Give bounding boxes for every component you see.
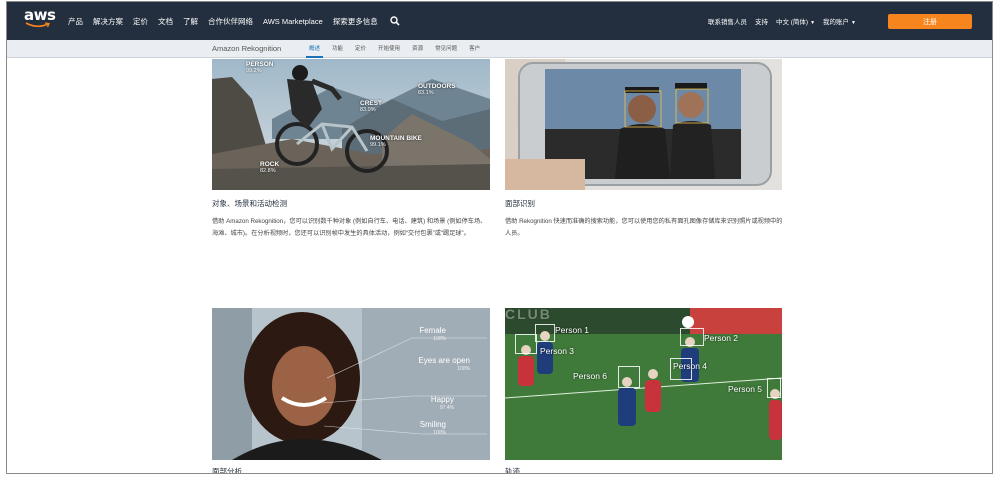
tab-pricing[interactable]: 定价 [355, 40, 366, 58]
analysis-label-eyes-open: Eyes are open 100% [418, 356, 470, 372]
signup-button[interactable]: 注册 [888, 14, 972, 29]
detection-label-person: PERSON 99.2% [246, 61, 274, 74]
tracking-box [767, 378, 781, 398]
detection-label-outdoors: OUTDOORS 83.1% [418, 83, 456, 96]
card-title-facial-analysis: 面部分析 [212, 467, 242, 474]
tracking-box [515, 334, 537, 354]
card-desc-object-detection: 借助 Amazon Rekognition，您可以识别数千种对象 (例如自行车、… [212, 218, 487, 237]
detection-label-crest: CREST 83.0% [360, 100, 383, 113]
tab-overview[interactable]: 概述 [305, 40, 324, 58]
analysis-label-happy: Happy 97.4% [430, 395, 454, 411]
tab-faq[interactable]: 常见问题 [435, 40, 457, 58]
product-subnav: Amazon Rekognition 概述 功能 定价 开始使用 资源 常见问题… [7, 40, 992, 58]
tab-resources[interactable]: 资源 [412, 40, 423, 58]
subnav-tabs: 概述 功能 定价 开始使用 资源 常见问题 客户 [305, 40, 492, 58]
my-account-menu[interactable]: 我的账户 ▼ [823, 16, 856, 26]
soccer-tracking-image: CLUB Person 1 Person 2 Person 3 Person 4… [505, 308, 782, 460]
tracking-label-person-2: Person 2 [704, 333, 739, 343]
facial-recognition-image [505, 59, 782, 190]
tracking-label-person-6: Person 6 [573, 371, 608, 381]
top-navigation: aws 产品 解决方案 定价 文档 了解 合作伙伴网络 AWS Marketpl… [7, 2, 992, 40]
smile-arrow-icon [25, 22, 50, 28]
detection-label-rock: ROCK 82.8% [260, 161, 280, 174]
tab-features[interactable]: 功能 [332, 40, 343, 58]
language-selector[interactable]: 中文 (简体) ▼ [776, 16, 815, 26]
tracking-label-person-1: Person 1 [555, 325, 590, 335]
card-desc-facial-recognition: 借助 Rekognition 快速而准确的搜索功能，您可以使用您的私有面孔图像存… [505, 218, 783, 237]
tab-getting-started[interactable]: 开始使用 [378, 40, 400, 58]
nav-marketplace[interactable]: AWS Marketplace [263, 17, 323, 26]
my-account-label: 我的账户 [823, 19, 850, 26]
tab-customers[interactable]: 客户 [469, 40, 480, 58]
nav-docs[interactable]: 文档 [158, 16, 173, 27]
tracking-label-person-3: Person 3 [540, 346, 575, 356]
tracking-box [535, 324, 555, 342]
nav-pricing[interactable]: 定价 [133, 16, 148, 27]
nav-partner-network[interactable]: 合作伙伴网络 [208, 16, 253, 27]
facial-analysis-image: Female 100% Eyes are open 100% Happy 97.… [212, 308, 490, 460]
aws-logo[interactable]: aws [24, 8, 58, 34]
tracking-box [618, 366, 640, 388]
analysis-label-smiling: Smiling 100% [419, 420, 446, 436]
chevron-down-icon: ▼ [810, 20, 816, 26]
detection-label-mountain-bike: MOUNTAIN BIKE 99.1% [370, 135, 422, 148]
mountain-bike-image: PERSON 99.2% OUTDOORS 83.1% CREST 83.0% … [212, 59, 490, 190]
tracking-box [680, 328, 704, 346]
nav-contact-sales[interactable]: 联系销售人员 [708, 16, 747, 26]
stadium-banner-text: CLUB [505, 308, 552, 322]
nav-learn[interactable]: 了解 [183, 16, 198, 27]
card-title-object-detection: 对象、场景和活动检测 [212, 199, 287, 208]
account-nav: 联系销售人员 支持 中文 (简体) ▼ 我的账户 ▼ [708, 2, 864, 40]
card-title-facial-recognition: 面部识别 [505, 199, 535, 208]
nav-support[interactable]: 支持 [755, 16, 768, 26]
product-title[interactable]: Amazon Rekognition [212, 44, 281, 53]
language-label: 中文 (简体) [775, 19, 809, 26]
analysis-label-female: Female 100% [419, 326, 446, 342]
nav-solutions[interactable]: 解决方案 [93, 16, 123, 27]
nav-explore-more[interactable]: 探索更多信息 [333, 16, 378, 27]
nav-products[interactable]: 产品 [68, 16, 83, 27]
card-title-tracking: 轨迹 [505, 467, 520, 474]
chevron-down-icon: ▼ [851, 20, 856, 26]
search-icon[interactable] [390, 16, 400, 26]
tracking-label-person-4: Person 4 [673, 361, 708, 371]
tracking-label-person-5: Person 5 [728, 384, 763, 394]
browser-frame: aws 产品 解决方案 定价 文档 了解 合作伙伴网络 AWS Marketpl… [6, 1, 993, 474]
main-nav: 产品 解决方案 定价 文档 了解 合作伙伴网络 AWS Marketplace … [68, 2, 400, 40]
